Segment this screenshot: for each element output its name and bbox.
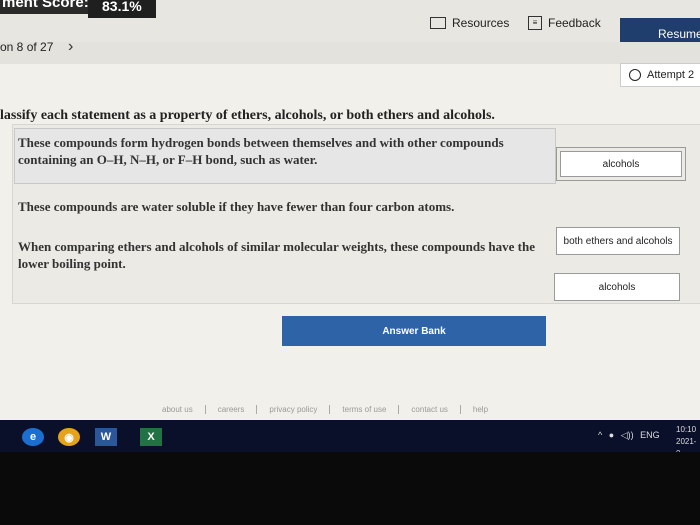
statement-3: When comparing ethers and alcohols of si… xyxy=(18,239,535,271)
clock-time: 10:10 xyxy=(676,425,697,434)
word-app-icon[interactable]: W xyxy=(95,428,117,446)
footer-links: about us careers privacy policy terms of… xyxy=(150,405,500,414)
attempt-badge: Attempt 2 xyxy=(620,63,700,87)
question-instruction: lassify each statement as a property of … xyxy=(0,108,495,123)
score-value: 83.1% xyxy=(88,0,156,18)
footer-link-careers[interactable]: careers xyxy=(206,405,258,414)
statement-2: These compounds are water soluble if the… xyxy=(18,199,455,214)
resources-icon xyxy=(430,17,446,29)
question-nav-bar xyxy=(0,42,700,64)
footer-link-privacy[interactable]: privacy policy xyxy=(257,405,331,414)
monitor-bezel xyxy=(0,452,700,525)
edge-browser-icon[interactable]: e xyxy=(22,428,44,446)
chrome-browser-icon[interactable]: ◉ xyxy=(58,428,80,446)
footer-link-help[interactable]: help xyxy=(461,405,500,414)
attempt-label: Attempt 2 xyxy=(647,69,695,81)
footer-link-contact[interactable]: contact us xyxy=(399,405,461,414)
tray-volume-icon[interactable]: ◁)) xyxy=(621,430,634,440)
attempt-icon xyxy=(629,69,641,81)
feedback-icon: ≡ xyxy=(528,16,542,30)
answer-bank-header: Answer Bank xyxy=(282,316,546,346)
footer-link-about[interactable]: about us xyxy=(150,405,206,414)
tray-network-icon[interactable]: ● xyxy=(609,430,614,440)
statement-1: These compounds form hydrogen bonds betw… xyxy=(18,135,504,167)
footer-link-terms[interactable]: terms of use xyxy=(330,405,400,414)
resources-label: Resources xyxy=(452,16,510,30)
answer-bank-area xyxy=(282,346,546,360)
tray-chevron-up-icon[interactable]: ^ xyxy=(598,430,602,440)
next-question-chevron-icon[interactable]: › xyxy=(68,38,73,56)
tray-language[interactable]: ENG xyxy=(640,430,660,440)
answer-slot-2[interactable]: both ethers and alcohols xyxy=(556,227,680,255)
resources-button[interactable]: Resources xyxy=(430,12,509,34)
question-counter: on 8 of 27 xyxy=(0,40,54,54)
feedback-button[interactable]: ≡ Feedback xyxy=(528,12,601,34)
excel-app-icon[interactable]: X xyxy=(140,428,162,446)
answer-slot-1[interactable]: alcohols xyxy=(560,151,682,177)
system-tray[interactable]: ^ ● ◁)) ENG xyxy=(598,430,660,441)
answer-slot-3[interactable]: alcohols xyxy=(554,273,680,301)
feedback-label: Feedback xyxy=(548,16,601,30)
